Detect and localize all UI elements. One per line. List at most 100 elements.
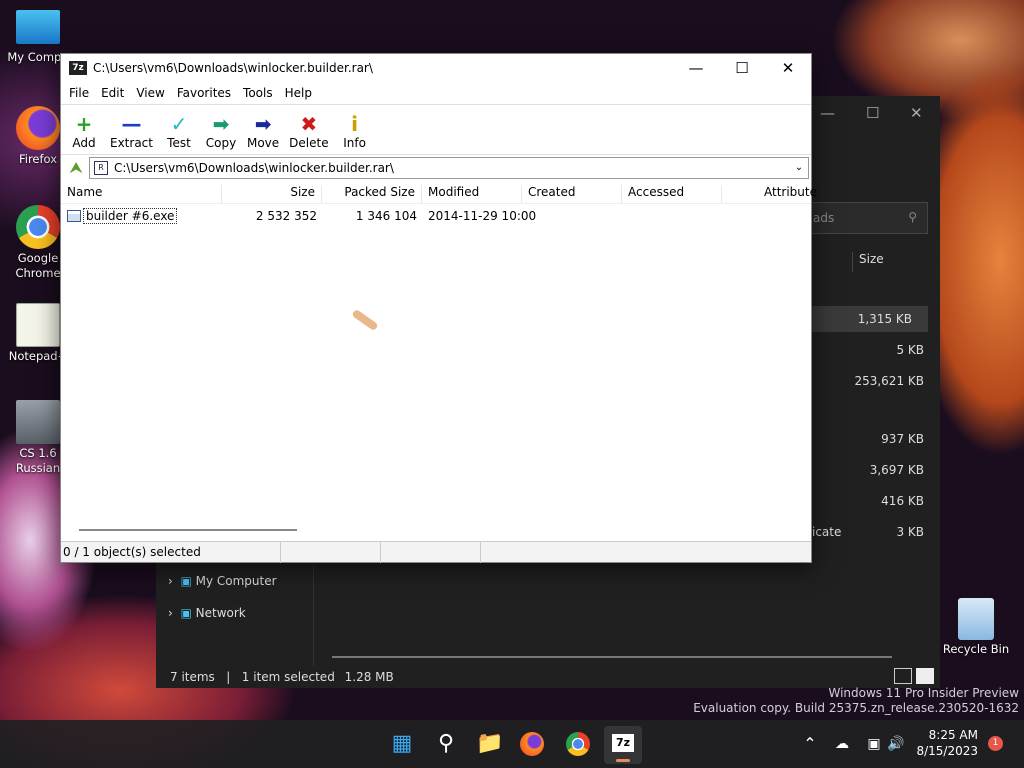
- file-modified: 2014-11-29 10:00: [428, 209, 537, 223]
- notification-badge[interactable]: 1: [988, 736, 1003, 751]
- test-button[interactable]: ✓ Test: [160, 112, 198, 150]
- watermark-line: Windows 11 Pro Insider Preview: [828, 686, 1019, 700]
- chevron-up-icon[interactable]: ⌃: [796, 730, 824, 758]
- extract-button[interactable]: — Extract: [107, 112, 156, 150]
- nav-item-network[interactable]: › ▣ Network: [168, 606, 246, 620]
- monitor-icon: [16, 10, 60, 44]
- tool-label: Delete: [289, 136, 329, 150]
- type-cell: icate: [812, 525, 842, 539]
- taskbar: ▦ ⚲ 📁 7z ⌃ ☁ ▣ 🔊 8:25 AM 8/15/2023 1: [0, 720, 1024, 768]
- horizontal-scrollbar[interactable]: [332, 656, 892, 658]
- tool-label: Test: [167, 136, 191, 150]
- horizontal-scrollbar[interactable]: [79, 529, 297, 531]
- column-header-size[interactable]: Size: [852, 252, 884, 272]
- file-explorer-icon[interactable]: 📁: [476, 730, 504, 758]
- file-row[interactable]: builder #6.exe 2 532 352 1 346 104 2014-…: [61, 206, 811, 226]
- status-text: 0 / 1 object(s) selected: [61, 542, 281, 563]
- minimize-icon[interactable]: —: [820, 104, 835, 122]
- status-bar: 7 items | 1 item selected 1.28 MB: [170, 670, 394, 684]
- desktop-icon-label: Firefox: [18, 152, 58, 166]
- details-view-icon[interactable]: [894, 668, 912, 684]
- notepad-plus-icon: [16, 303, 60, 347]
- status-bar: 0 / 1 object(s) selected: [61, 541, 811, 563]
- folder-up-icon[interactable]: ⮝: [63, 158, 89, 178]
- tool-label: Copy: [205, 136, 237, 150]
- copy-button[interactable]: ➡ Copy: [202, 112, 240, 150]
- status-divider: |: [218, 670, 238, 684]
- chevron-right-icon: ›: [168, 606, 173, 620]
- address-value: C:\Users\vm6\Downloads\winlocker.builder…: [114, 160, 394, 175]
- menu-help[interactable]: Help: [279, 86, 318, 100]
- column-header-created[interactable]: Created: [522, 185, 622, 203]
- clock-time: 8:25 AM: [928, 728, 978, 742]
- move-button[interactable]: ➡ Move: [244, 112, 282, 150]
- seven-zip-icon: 7z: [69, 61, 87, 75]
- status-selected: 1 item selected: [241, 670, 335, 684]
- counter-strike-icon: [16, 400, 60, 444]
- search-placeholder: ads: [813, 211, 835, 225]
- firefox-icon[interactable]: [520, 732, 544, 756]
- menu-edit[interactable]: Edit: [95, 86, 130, 100]
- column-header-packed-size[interactable]: Packed Size: [322, 185, 422, 203]
- close-button[interactable]: ✕: [765, 59, 811, 77]
- desktop-icon-recycle-bin[interactable]: Recycle Bin: [940, 598, 1012, 657]
- column-header-attributes[interactable]: Attribute: [758, 185, 817, 203]
- tool-label: Extract: [110, 136, 153, 150]
- seven-zip-window[interactable]: 7z C:\Users\vm6\Downloads\winlocker.buil…: [60, 53, 817, 563]
- file-packed-size: 1 346 104: [355, 209, 417, 223]
- nav-item-label: My Computer: [195, 574, 277, 588]
- menu-file[interactable]: File: [63, 86, 95, 100]
- tool-label: Info: [343, 136, 366, 150]
- seven-zip-taskbar-button[interactable]: 7z: [604, 726, 642, 764]
- search-icon: ⚲: [908, 210, 917, 224]
- status-item-count: 7 items: [170, 670, 215, 684]
- title-bar[interactable]: 7z C:\Users\vm6\Downloads\winlocker.buil…: [61, 54, 811, 82]
- active-indicator: [616, 759, 630, 762]
- watermark-line: Evaluation copy. Build 25375.zn_release.…: [693, 701, 1019, 715]
- maximize-button[interactable]: ☐: [719, 59, 765, 77]
- seven-zip-icon: 7z: [612, 734, 634, 752]
- toolbar: + Add — Extract ✓ Test ➡ Copy ➡ Move ✖ Delete …: [61, 104, 811, 154]
- chevron-right-icon: ›: [168, 574, 173, 588]
- menu-tools[interactable]: Tools: [237, 86, 279, 100]
- clock[interactable]: 8:25 AM 8/15/2023: [916, 727, 978, 759]
- column-header-accessed[interactable]: Accessed: [622, 185, 722, 203]
- delete-button[interactable]: ✖ Delete: [286, 112, 331, 150]
- tool-label: Add: [72, 136, 96, 150]
- menu-view[interactable]: View: [130, 86, 170, 100]
- window-title: C:\Users\vm6\Downloads\winlocker.builder…: [93, 61, 373, 75]
- column-header-modified[interactable]: Modified: [422, 185, 522, 203]
- chevron-down-icon[interactable]: ⌄: [790, 162, 808, 173]
- list-item-selected[interactable]: 1,315 KB: [812, 306, 928, 332]
- search-box[interactable]: ads ⚲: [808, 202, 928, 234]
- move-arrow-icon: ➡: [254, 112, 272, 136]
- tiles-view-icon[interactable]: [916, 668, 934, 684]
- nav-item-my-computer[interactable]: › ▣ My Computer: [168, 574, 277, 588]
- column-header-name[interactable]: Name: [61, 185, 222, 203]
- add-button[interactable]: + Add: [65, 112, 103, 150]
- file-size: 2 532 352: [255, 209, 317, 223]
- windows-start-icon[interactable]: ▦: [388, 730, 416, 758]
- desktop-icon-label: Recycle Bin: [942, 642, 1010, 656]
- info-icon: i: [351, 112, 359, 136]
- close-icon[interactable]: ✕: [910, 104, 923, 122]
- address-input[interactable]: R C:\Users\vm6\Downloads\winlocker.build…: [89, 156, 809, 179]
- info-button[interactable]: i Info: [336, 112, 374, 150]
- volume-icon[interactable]: 🔊: [882, 730, 910, 758]
- menu-favorites[interactable]: Favorites: [171, 86, 237, 100]
- nav-pane: › ▣ My Computer › ▣ Network: [156, 566, 314, 666]
- column-header-size[interactable]: Size: [222, 185, 322, 203]
- network-icon: ▣: [180, 606, 192, 620]
- column-headers: Name Size Packed Size Modified Created A…: [61, 180, 817, 204]
- desktop-icon-label: CS 1.6 Russian: [15, 446, 61, 475]
- nav-item-label: Network: [195, 606, 246, 620]
- mouse-cursor-icon: [351, 308, 379, 332]
- network-disconnected-icon[interactable]: ☁: [828, 730, 856, 758]
- chrome-icon[interactable]: [566, 732, 590, 756]
- maximize-icon[interactable]: ☐: [866, 104, 879, 122]
- desktop-icon-label: Google Chrome: [15, 251, 61, 280]
- recycle-bin-icon: [958, 598, 994, 640]
- minimize-button[interactable]: —: [673, 59, 719, 77]
- tool-label: Move: [246, 136, 280, 150]
- search-icon[interactable]: ⚲: [432, 730, 460, 758]
